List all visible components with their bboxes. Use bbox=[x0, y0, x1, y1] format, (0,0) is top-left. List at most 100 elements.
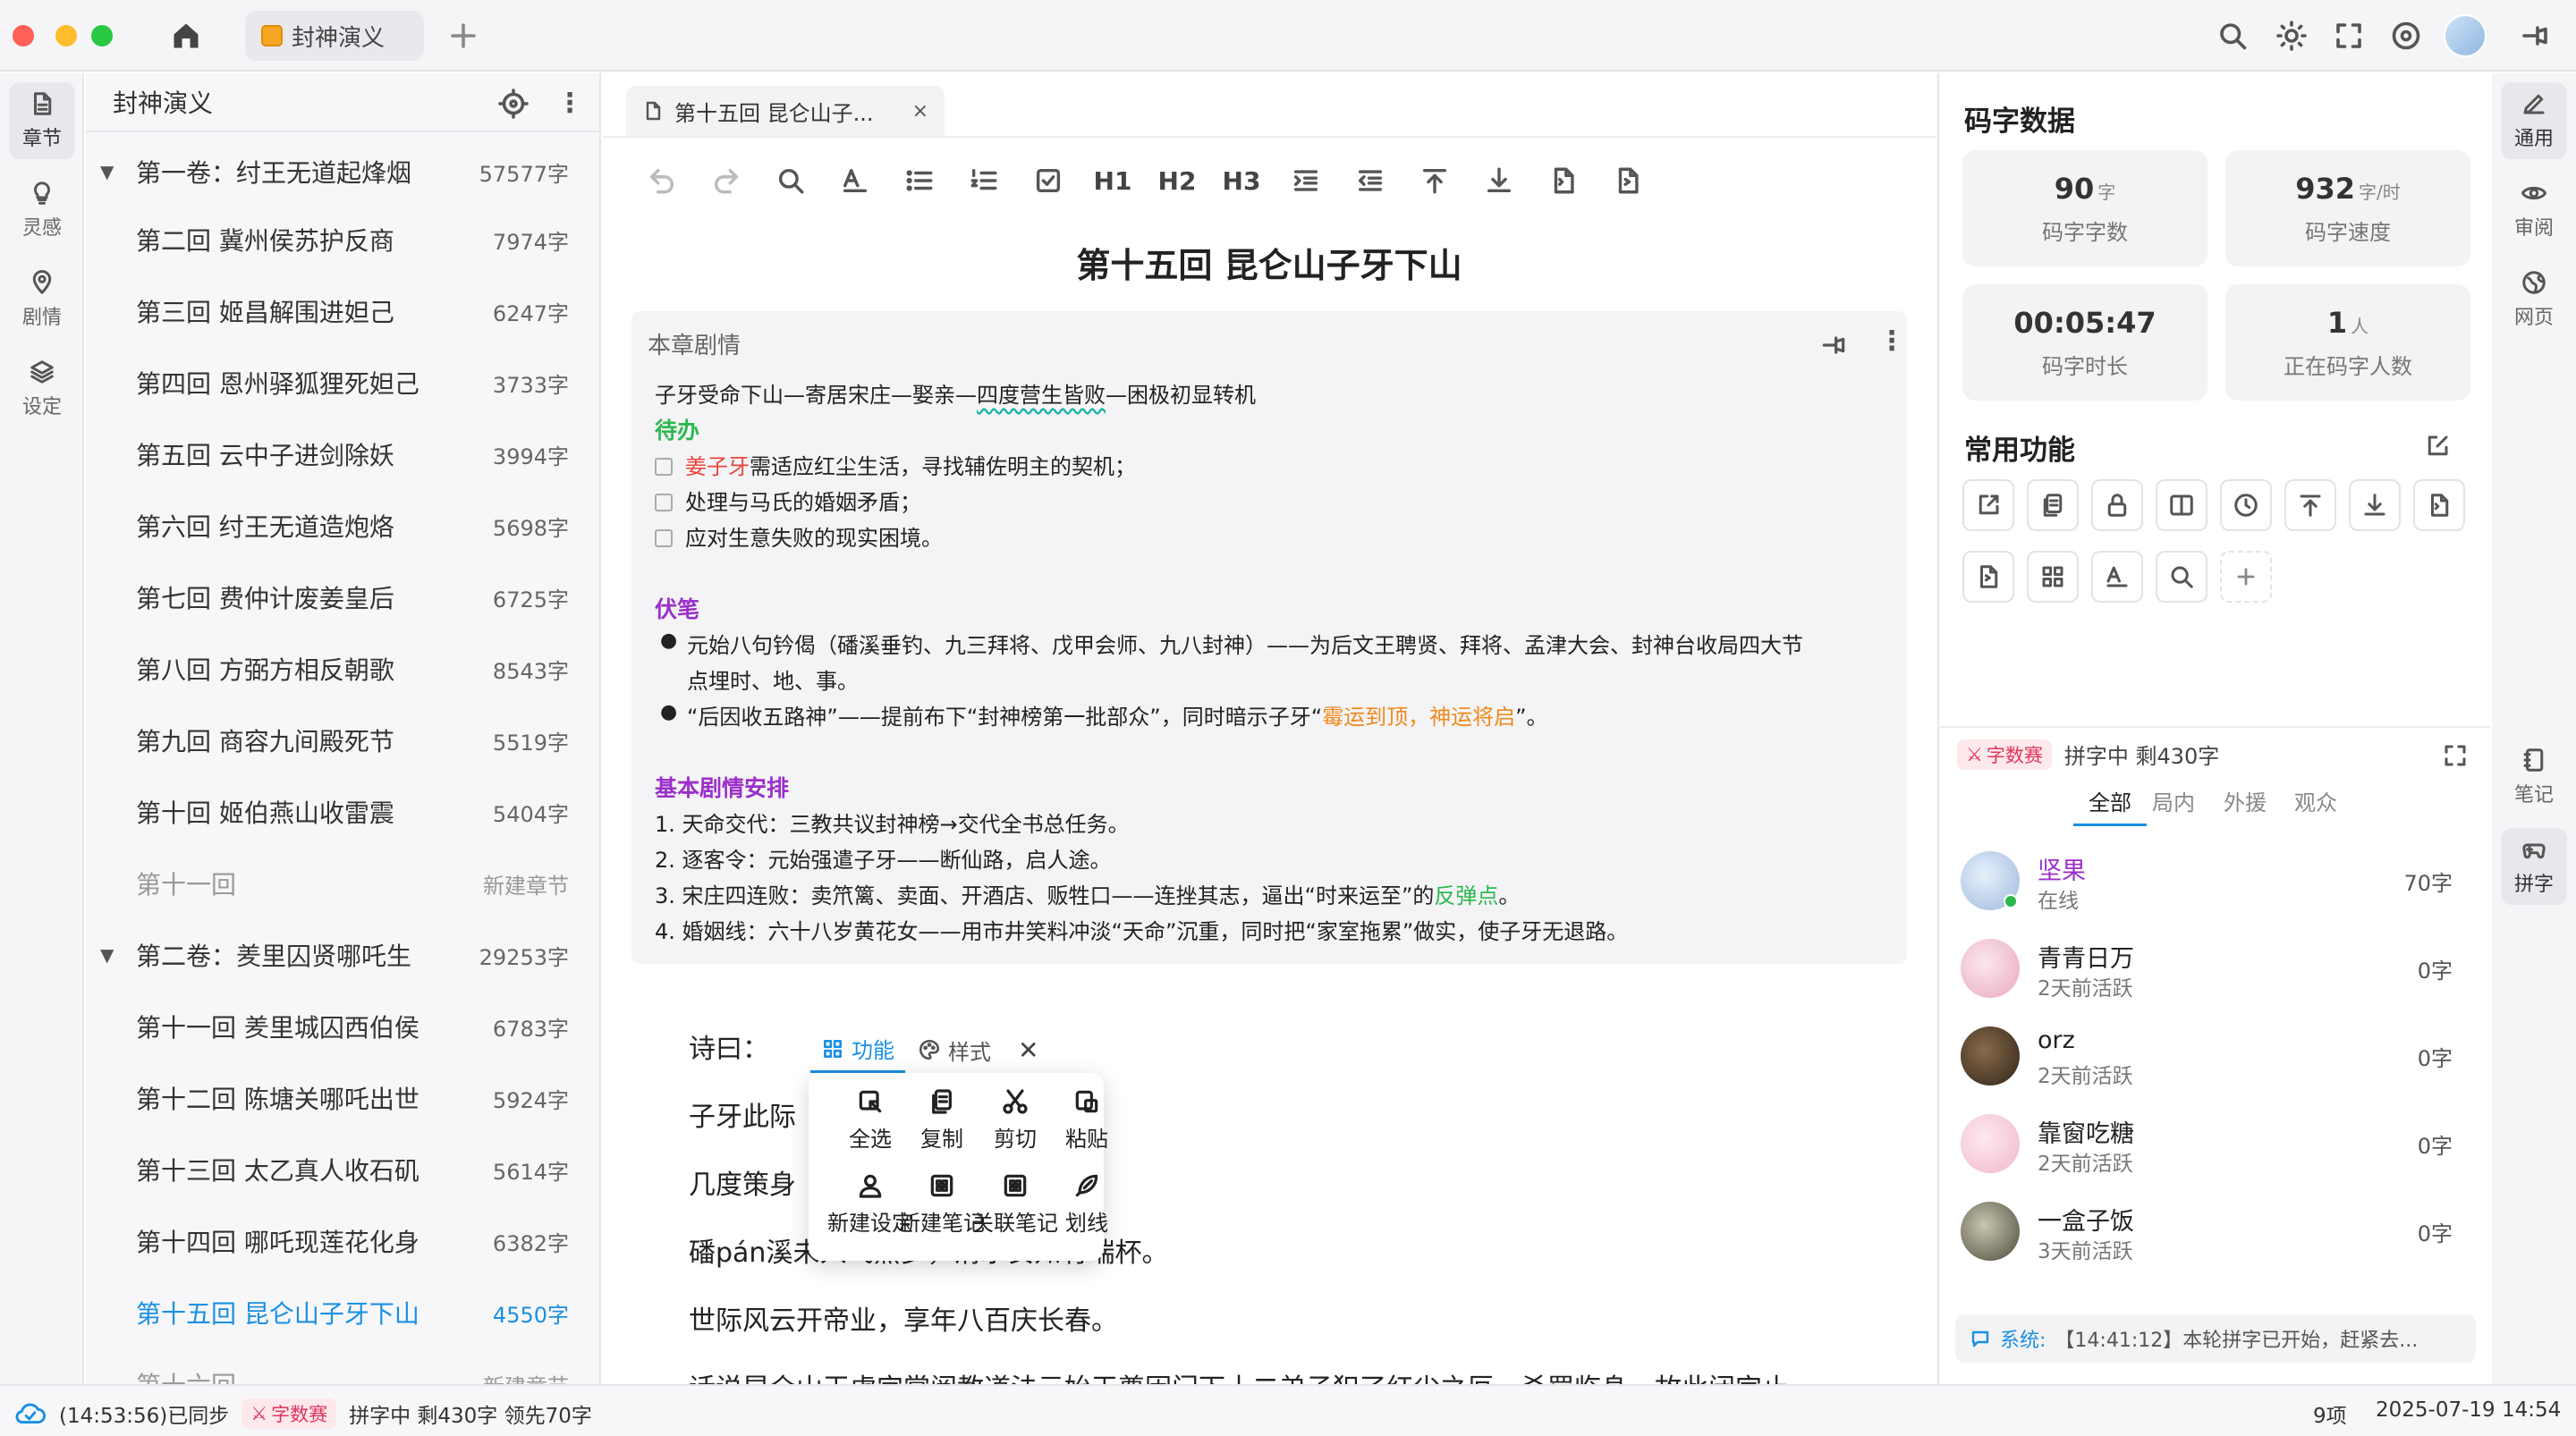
import-icon[interactable] bbox=[2413, 479, 2465, 531]
document-tab[interactable]: 封神演义 bbox=[245, 11, 424, 61]
heading3-button[interactable]: H3 bbox=[1223, 163, 1261, 199]
todo-item-1[interactable]: 姜子牙需适应红尘生活，寻找辅佐明主的契机； bbox=[655, 449, 1136, 480]
download-icon[interactable] bbox=[2349, 479, 2401, 531]
rail-item-settings[interactable]: 设定 bbox=[9, 351, 75, 427]
race-user[interactable]: 一盒子饭 3天前活跃 0字 bbox=[1961, 1189, 2470, 1275]
rail-item-general[interactable]: 通用 bbox=[2501, 82, 2567, 159]
move-top-icon[interactable] bbox=[2284, 479, 2336, 531]
chapter-row[interactable]: 第五回 云中子进剑除妖 3994字 bbox=[86, 418, 601, 490]
move-top-icon[interactable] bbox=[1417, 163, 1453, 199]
todo-item-3[interactable]: 应对生意失败的现实困境。 bbox=[655, 520, 943, 552]
more-options-icon[interactable]: ⋮ bbox=[556, 88, 583, 119]
target-icon[interactable] bbox=[2390, 20, 2422, 52]
fullscreen-icon[interactable] bbox=[2333, 20, 2365, 52]
volume-row[interactable]: ▼ 第一卷：纣王无道起烽烟 57577字 bbox=[86, 136, 601, 207]
redo-icon[interactable] bbox=[708, 163, 744, 199]
pin-icon[interactable] bbox=[2519, 20, 2551, 52]
body-line[interactable]: 世际风云开帝业，享年八百庆长春。 bbox=[689, 1298, 1118, 1338]
todo-checkbox[interactable] bbox=[655, 529, 673, 547]
chapter-title[interactable]: 第十五回 昆仑山子牙下山 bbox=[603, 238, 1936, 287]
brightness-icon[interactable] bbox=[2275, 20, 2308, 52]
race-user[interactable]: 坚果 在线 70字 bbox=[1961, 839, 2470, 925]
chapter-row[interactable]: 第六回 纣王无道造炮烙 5698字 bbox=[86, 490, 601, 562]
new-tab-icon[interactable] bbox=[447, 20, 479, 52]
rail-item-inspiration[interactable]: 灵感 bbox=[9, 172, 75, 249]
export-icon[interactable] bbox=[1962, 551, 2014, 603]
locate-icon[interactable] bbox=[497, 88, 530, 120]
chevron-down-icon[interactable]: ▼ bbox=[100, 161, 114, 182]
close-tab-icon[interactable]: × bbox=[912, 100, 928, 122]
body-line[interactable]: 子牙此际 bbox=[689, 1094, 796, 1134]
user-avatar[interactable] bbox=[2444, 14, 2487, 57]
chapter-row[interactable]: 第十一回 羑里城囚西伯侯 6783字 bbox=[86, 991, 601, 1062]
chapter-row[interactable]: 第七回 费仲计废姜皇后 6725字 bbox=[86, 562, 601, 633]
checkbox-icon[interactable] bbox=[1030, 163, 1066, 199]
chapter-row[interactable]: 第九回 商容九间殿死节 5519字 bbox=[86, 705, 601, 776]
edit-icon[interactable] bbox=[2424, 433, 2451, 460]
export-icon[interactable] bbox=[1610, 163, 1646, 199]
todo-checkbox[interactable] bbox=[655, 494, 673, 511]
bullet-list-icon[interactable] bbox=[902, 163, 937, 199]
heading1-button[interactable]: H1 bbox=[1094, 163, 1132, 199]
pin-icon[interactable] bbox=[1819, 331, 1848, 359]
popup-tab-style[interactable]: 样式 bbox=[905, 1026, 1004, 1073]
outdent-icon[interactable] bbox=[1352, 163, 1388, 199]
chapter-row[interactable]: 第三回 姬昌解围进妲己 6247字 bbox=[86, 275, 601, 347]
chapter-row[interactable]: 第四回 恩州驿狐狸死妲己 3733字 bbox=[86, 347, 601, 418]
lock-icon[interactable] bbox=[2091, 479, 2143, 531]
chapter-row[interactable]: 第十三回 太乙真人收石矶 5614字 bbox=[86, 1134, 601, 1205]
popup-tab-function[interactable]: 功能 bbox=[810, 1026, 905, 1073]
rail-item-notes[interactable]: 笔记 bbox=[2501, 739, 2567, 815]
text-style-icon[interactable] bbox=[2091, 551, 2143, 603]
race-user[interactable]: 靠窗吃糖 2天前活跃 0字 bbox=[1961, 1102, 2470, 1187]
popup-underline[interactable]: 划线 bbox=[1038, 1171, 1136, 1237]
chapter-row[interactable]: 第十二回 陈塘关哪吒出世 5924字 bbox=[86, 1062, 601, 1134]
race-tab-audience[interactable]: 观众 bbox=[2290, 785, 2342, 826]
editor-tab[interactable]: 第十五回 昆仑山子... × bbox=[626, 86, 945, 136]
clock-icon[interactable] bbox=[2220, 479, 2272, 531]
chapter-row[interactable]: 第十四回 哪吒现莲花化身 6382字 bbox=[86, 1205, 601, 1277]
download-icon[interactable] bbox=[1481, 163, 1517, 199]
more-options-icon[interactable]: ⋮ bbox=[1878, 325, 1905, 357]
rail-item-race[interactable]: 拼字 bbox=[2501, 828, 2567, 905]
volume-row[interactable]: ▼ 第二卷：羑里囚贤哪吒生 29253字 bbox=[86, 919, 601, 991]
todo-item-2[interactable]: 处理与马氏的婚姻矛盾； bbox=[655, 485, 921, 516]
todo-checkbox[interactable] bbox=[655, 458, 673, 476]
grid-icon[interactable] bbox=[2027, 551, 2079, 603]
home-icon[interactable] bbox=[170, 20, 202, 52]
expand-icon[interactable] bbox=[2442, 742, 2469, 769]
numbered-list-icon[interactable] bbox=[966, 163, 1002, 199]
heading2-button[interactable]: H2 bbox=[1158, 163, 1197, 199]
race-user[interactable]: orz 2天前活跃 0字 bbox=[1961, 1014, 2470, 1100]
open-external-icon[interactable] bbox=[1962, 479, 2014, 531]
chapter-row[interactable]: 第十回 姬伯燕山收雷震 5404字 bbox=[86, 776, 601, 848]
search-icon[interactable] bbox=[2216, 20, 2249, 52]
text-style-icon[interactable] bbox=[837, 163, 873, 199]
race-user[interactable]: 青青日万 2天前活跃 0字 bbox=[1961, 926, 2470, 1012]
find-icon[interactable] bbox=[773, 163, 809, 199]
minimize-window-button[interactable] bbox=[55, 25, 77, 46]
rail-item-plot[interactable]: 剧情 bbox=[9, 261, 75, 338]
popup-close-icon[interactable]: ✕ bbox=[1011, 1035, 1046, 1065]
zoom-window-button[interactable] bbox=[91, 25, 113, 46]
add-function-icon[interactable] bbox=[2220, 551, 2272, 603]
body-line[interactable]: 几度策身 bbox=[689, 1162, 796, 1202]
rail-item-chapters[interactable]: 章节 bbox=[9, 82, 75, 159]
chevron-down-icon[interactable]: ▼ bbox=[100, 944, 114, 966]
race-tab-all[interactable]: 全部 bbox=[2073, 785, 2147, 826]
notes-icon[interactable] bbox=[2027, 479, 2079, 531]
race-tab-support[interactable]: 外援 bbox=[2200, 785, 2290, 826]
race-tab-inside[interactable]: 局内 bbox=[2147, 785, 2200, 826]
search-icon[interactable] bbox=[2156, 551, 2207, 603]
undo-icon[interactable] bbox=[644, 163, 680, 199]
split-view-icon[interactable] bbox=[2156, 479, 2207, 531]
new-chapter-row[interactable]: 第十一回 新建章节 bbox=[86, 848, 601, 919]
rail-item-review[interactable]: 审阅 bbox=[2501, 172, 2567, 249]
chapter-row[interactable]: 第二回 冀州侯苏护反商 7974字 bbox=[86, 204, 601, 275]
chapter-row[interactable]: 第十五回 昆仑山子牙下山 4550字 bbox=[86, 1277, 601, 1348]
import-icon[interactable] bbox=[1546, 163, 1581, 199]
body-line[interactable]: 诗曰： bbox=[689, 1026, 769, 1066]
close-window-button[interactable] bbox=[13, 25, 34, 46]
indent-icon[interactable] bbox=[1288, 163, 1324, 199]
popup-paste[interactable]: 粘贴 bbox=[1038, 1087, 1136, 1153]
